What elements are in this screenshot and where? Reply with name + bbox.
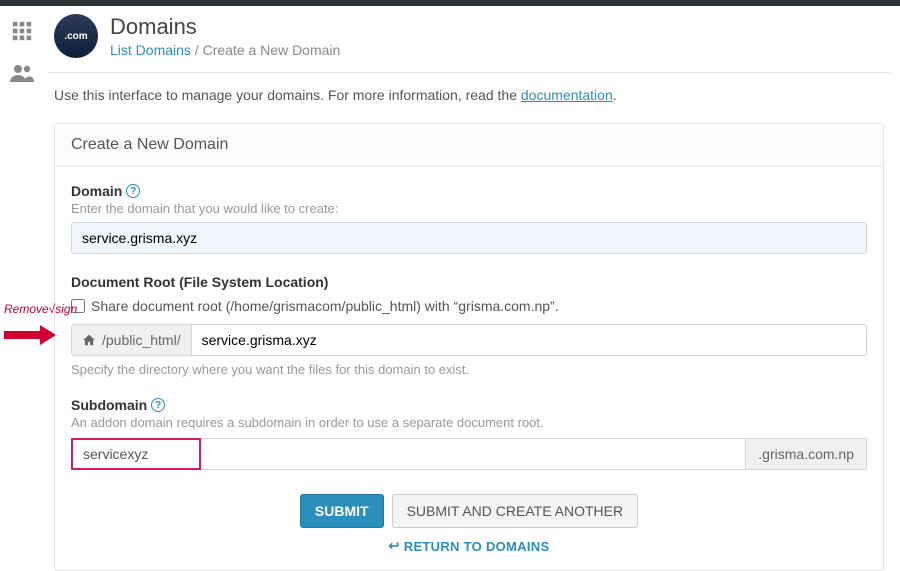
- page-header: .com Domains List Domains / Create a New…: [48, 6, 890, 73]
- page-title: Domains: [110, 14, 340, 40]
- docroot-input[interactable]: [192, 324, 867, 356]
- breadcrumb-link[interactable]: List Domains: [110, 42, 191, 58]
- documentation-link[interactable]: documentation: [521, 87, 613, 103]
- share-docroot-label: Share document root (/home/grismacom/pub…: [91, 298, 559, 314]
- subdomain-suffix: .grisma.com.np: [746, 438, 867, 470]
- card-title: Create a New Domain: [55, 124, 883, 167]
- home-icon: [82, 333, 96, 347]
- form-actions: SUBMIT SUBMIT AND CREATE ANOTHER: [71, 494, 867, 528]
- docroot-hint: Specify the directory where you want the…: [71, 362, 867, 377]
- intro-text: Use this interface to manage your domain…: [48, 73, 890, 117]
- docroot-prefix: /public_html/: [71, 324, 192, 356]
- help-icon[interactable]: ?: [126, 184, 140, 198]
- create-domain-card: Create a New Domain Domain ? Enter the d…: [54, 123, 884, 571]
- domain-input[interactable]: [71, 222, 867, 254]
- breadcrumb-current: Create a New Domain: [203, 42, 341, 58]
- submit-button[interactable]: SUBMIT: [300, 494, 384, 528]
- return-link[interactable]: ↩ RETURN TO DOMAINS: [71, 538, 867, 554]
- docroot-group: Document Root (File System Location) Sha…: [71, 274, 867, 377]
- subdomain-label: Subdomain: [71, 397, 147, 413]
- domain-hint: Enter the domain that you would like to …: [71, 201, 867, 216]
- subdomain-group: Subdomain ? An addon domain requires a s…: [71, 397, 867, 470]
- users-icon[interactable]: [9, 63, 35, 86]
- apps-icon[interactable]: [11, 20, 33, 45]
- domain-label: Domain: [71, 183, 122, 199]
- subdomain-spacer: [201, 438, 746, 470]
- docroot-label: Document Root (File System Location): [71, 274, 328, 290]
- submit-another-button[interactable]: SUBMIT AND CREATE ANOTHER: [392, 494, 639, 528]
- domain-group: Domain ? Enter the domain that you would…: [71, 183, 867, 254]
- return-icon: ↩: [389, 538, 400, 554]
- sidebar: [0, 6, 44, 571]
- help-icon[interactable]: ?: [151, 398, 165, 412]
- page-icon: .com: [54, 14, 98, 58]
- subdomain-hint: An addon domain requires a subdomain in …: [71, 415, 867, 430]
- subdomain-input[interactable]: [71, 438, 201, 470]
- share-docroot-checkbox[interactable]: [71, 299, 85, 313]
- breadcrumb: List Domains / Create a New Domain: [110, 42, 340, 58]
